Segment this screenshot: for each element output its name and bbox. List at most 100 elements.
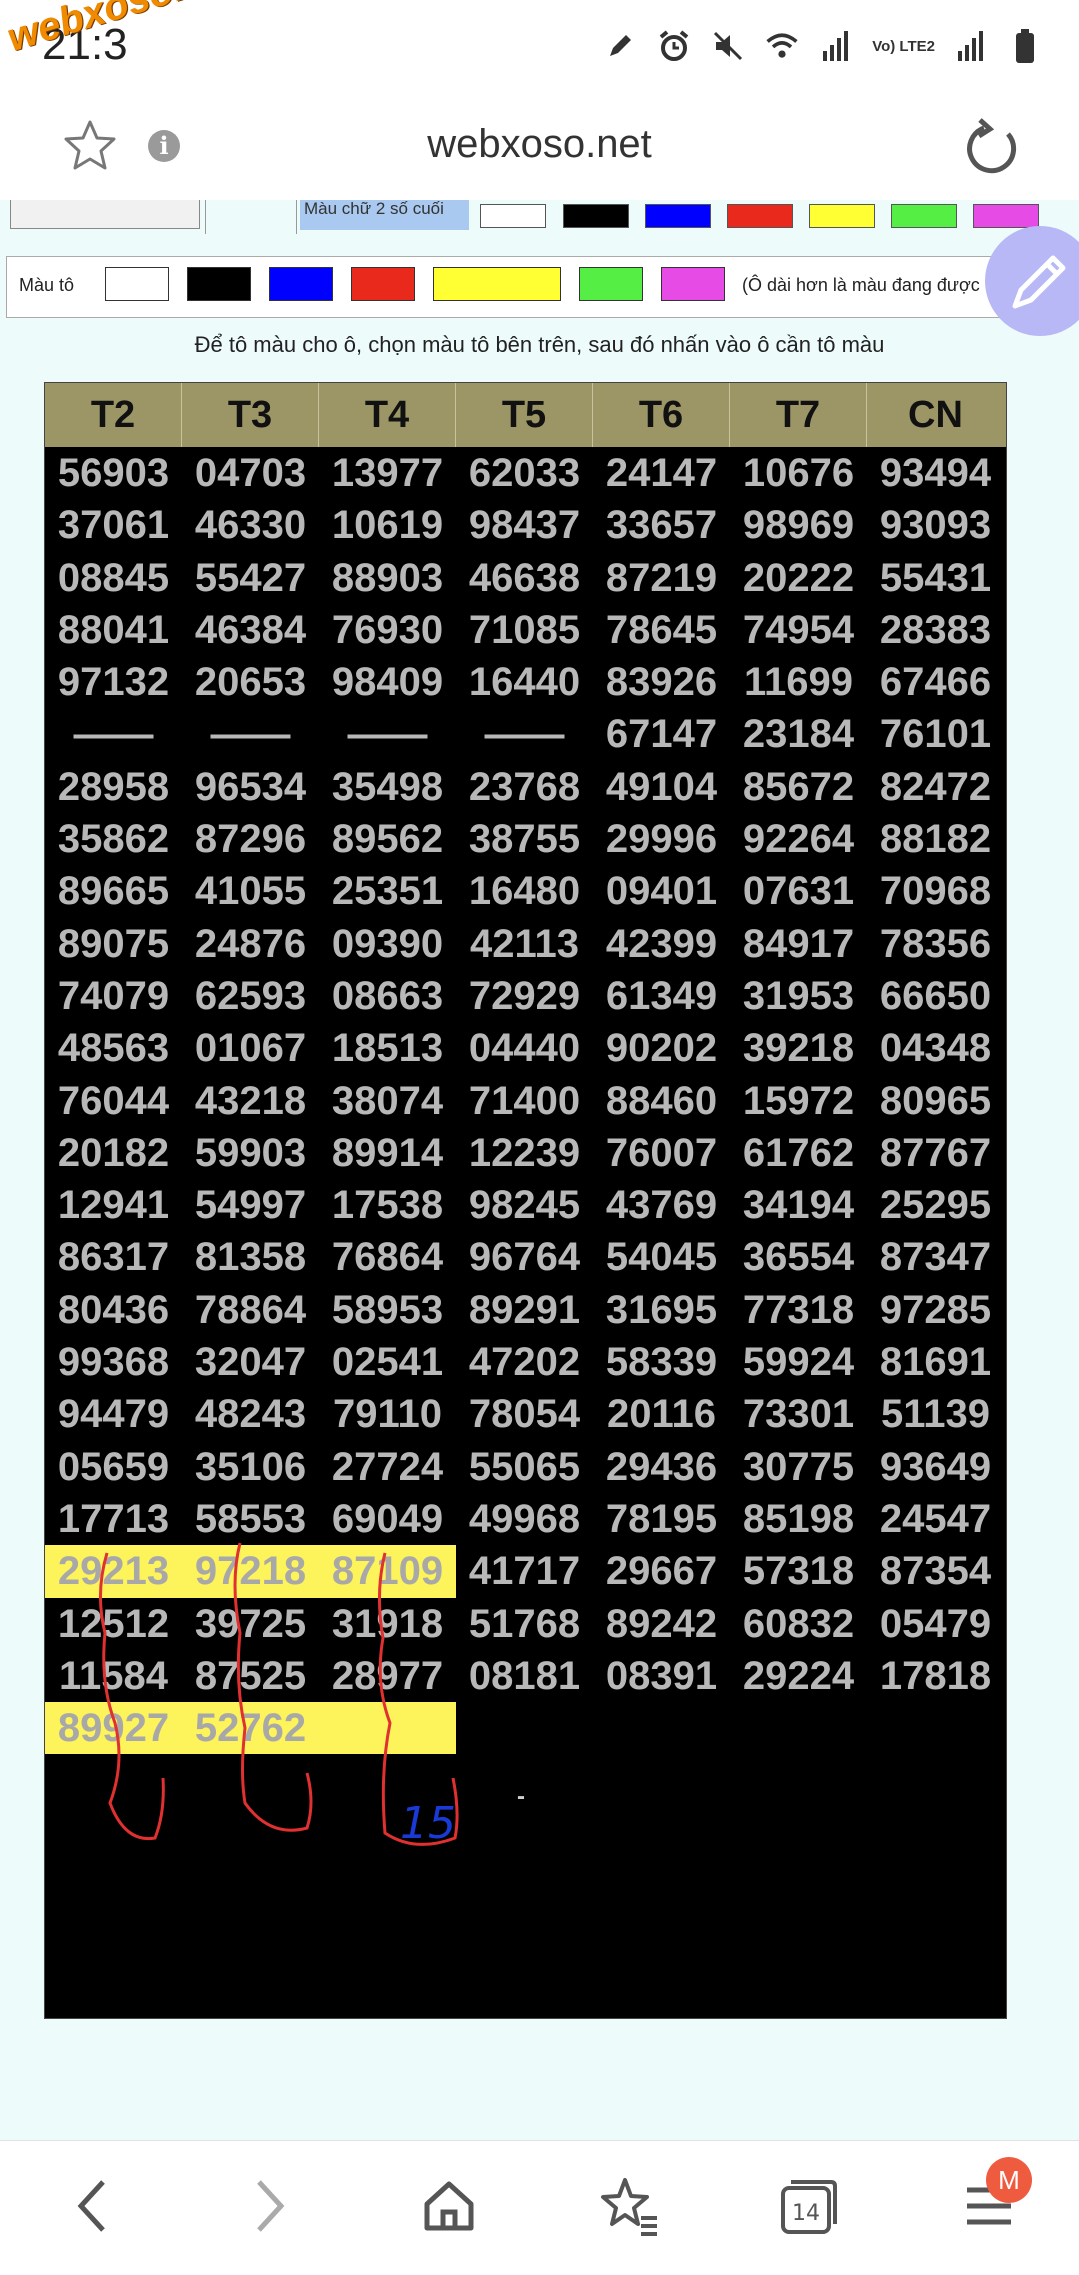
table-cell[interactable]: 24147 [593, 447, 730, 499]
table-cell[interactable]: 87109 [319, 1545, 456, 1598]
table-cell[interactable]: 82472 [867, 761, 1004, 813]
text-swatch-black[interactable] [563, 204, 629, 228]
bookmarks-star-icon[interactable] [594, 2171, 664, 2241]
table-cell[interactable]: 67466 [867, 656, 1004, 708]
table-cell[interactable]: 86317 [45, 1231, 182, 1283]
table-cell[interactable]: 85198 [730, 1493, 867, 1545]
table-cell[interactable]: 39218 [730, 1022, 867, 1074]
table-cell[interactable]: 30775 [730, 1441, 867, 1493]
table-cell[interactable]: 61349 [593, 970, 730, 1022]
table-cell[interactable]: 12941 [45, 1179, 182, 1231]
table-cell[interactable]: 98409 [319, 656, 456, 708]
table-cell[interactable]: —— [319, 708, 456, 760]
table-cell[interactable]: 47202 [456, 1336, 593, 1388]
table-cell[interactable]: 08181 [456, 1650, 593, 1702]
table-cell[interactable]: 07631 [730, 865, 867, 917]
table-cell[interactable]: 58953 [319, 1284, 456, 1336]
table-cell[interactable]: 16440 [456, 656, 593, 708]
table-cell[interactable] [319, 1702, 456, 1755]
table-cell[interactable]: 09390 [319, 918, 456, 970]
table-cell[interactable]: 08845 [45, 552, 182, 604]
table-cell[interactable]: 97218 [182, 1545, 319, 1598]
table-cell[interactable]: 96764 [456, 1231, 593, 1283]
table-cell[interactable]: 81691 [867, 1336, 1004, 1388]
text-swatch-magenta[interactable] [973, 204, 1039, 228]
fill-swatch-red[interactable] [351, 267, 415, 301]
table-cell[interactable]: 78195 [593, 1493, 730, 1545]
table-cell[interactable]: 41717 [456, 1545, 593, 1597]
table-cell[interactable]: 88182 [867, 813, 1004, 865]
table-cell[interactable]: 04440 [456, 1022, 593, 1074]
table-cell[interactable]: 87296 [182, 813, 319, 865]
table-cell[interactable]: 24547 [867, 1493, 1004, 1545]
table-cell[interactable]: 76044 [45, 1075, 182, 1127]
table-cell[interactable]: 35106 [182, 1441, 319, 1493]
table-cell[interactable]: 92264 [730, 813, 867, 865]
table-cell[interactable]: 09401 [593, 865, 730, 917]
table-cell[interactable]: 54045 [593, 1231, 730, 1283]
table-cell[interactable]: 25295 [867, 1179, 1004, 1231]
table-cell[interactable]: 02541 [319, 1336, 456, 1388]
table-cell[interactable]: 55427 [182, 552, 319, 604]
table-cell[interactable]: 42399 [593, 918, 730, 970]
table-cell[interactable]: 11699 [730, 656, 867, 708]
table-cell[interactable]: 55431 [867, 552, 1004, 604]
table-cell[interactable]: 17713 [45, 1493, 182, 1545]
table-cell[interactable]: 28383 [867, 604, 1004, 656]
table-cell[interactable]: 84917 [730, 918, 867, 970]
fill-swatch-black[interactable] [187, 267, 251, 301]
table-cell[interactable]: 62033 [456, 447, 593, 499]
table-cell[interactable]: 28977 [319, 1650, 456, 1702]
table-cell[interactable]: 23184 [730, 708, 867, 760]
table-cell[interactable]: 10676 [730, 447, 867, 499]
table-cell[interactable]: 15972 [730, 1075, 867, 1127]
table-cell[interactable]: 59903 [182, 1127, 319, 1179]
table-cell[interactable]: 54997 [182, 1179, 319, 1231]
table-cell[interactable]: 98969 [730, 499, 867, 551]
table-cell[interactable]: 31918 [319, 1598, 456, 1650]
table-cell[interactable]: 34194 [730, 1179, 867, 1231]
table-cell[interactable]: 87354 [867, 1545, 1004, 1597]
text-swatch-blue[interactable] [645, 204, 711, 228]
table-cell[interactable]: 08663 [319, 970, 456, 1022]
table-cell[interactable]: 17538 [319, 1179, 456, 1231]
edit-pen-fab[interactable] [985, 226, 1079, 336]
fill-swatch-white[interactable] [105, 267, 169, 301]
table-cell[interactable]: 71085 [456, 604, 593, 656]
table-cell[interactable]: 31695 [593, 1284, 730, 1336]
reload-icon[interactable] [960, 116, 1024, 180]
table-cell[interactable]: —— [45, 708, 182, 760]
table-cell[interactable]: 55065 [456, 1441, 593, 1493]
table-cell[interactable]: 38074 [319, 1075, 456, 1127]
table-cell[interactable]: 32047 [182, 1336, 319, 1388]
table-cell[interactable]: 79110 [319, 1388, 456, 1440]
table-cell[interactable]: 98437 [456, 499, 593, 551]
table-cell[interactable]: 49104 [593, 761, 730, 813]
table-cell[interactable]: 29224 [730, 1650, 867, 1702]
table-cell[interactable]: 12239 [456, 1127, 593, 1179]
table-cell[interactable]: 29996 [593, 813, 730, 865]
table-cell[interactable]: 18513 [319, 1022, 456, 1074]
table-cell[interactable]: —— [182, 708, 319, 760]
text-swatch-yellow[interactable] [809, 204, 875, 228]
table-cell[interactable]: 81358 [182, 1231, 319, 1283]
table-cell[interactable]: 97285 [867, 1284, 1004, 1336]
table-cell[interactable]: 10619 [319, 499, 456, 551]
table-cell[interactable]: 71400 [456, 1075, 593, 1127]
table-cell[interactable] [867, 1702, 1004, 1754]
table-cell[interactable]: 20653 [182, 656, 319, 708]
table-cell[interactable]: 51768 [456, 1598, 593, 1650]
table-cell[interactable]: 89927 [45, 1702, 182, 1755]
table-cell[interactable]: 93494 [867, 447, 1004, 499]
table-cell[interactable]: 73301 [730, 1388, 867, 1440]
table-cell[interactable]: 93093 [867, 499, 1004, 551]
table-cell[interactable]: 57318 [730, 1545, 867, 1597]
table-cell[interactable]: 24876 [182, 918, 319, 970]
table-cell[interactable]: 58553 [182, 1493, 319, 1545]
table-cell[interactable]: 78645 [593, 604, 730, 656]
table-cell[interactable]: 66650 [867, 970, 1004, 1022]
table-cell[interactable]: 93649 [867, 1441, 1004, 1493]
table-cell[interactable]: 35498 [319, 761, 456, 813]
table-cell[interactable]: 76007 [593, 1127, 730, 1179]
table-cell[interactable]: 61762 [730, 1127, 867, 1179]
